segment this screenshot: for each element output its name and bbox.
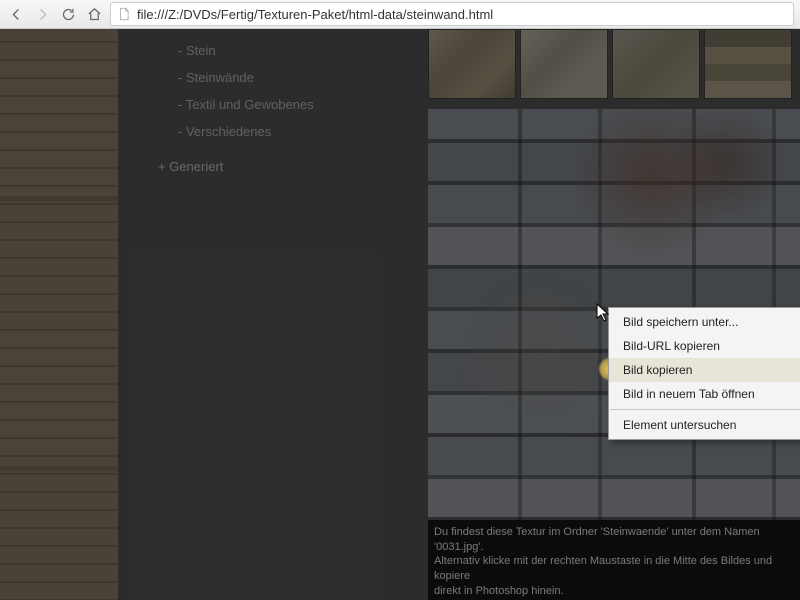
ctx-copy-image-url[interactable]: Bild-URL kopieren (609, 334, 800, 358)
ctx-copy-image[interactable]: Bild kopieren (609, 358, 800, 382)
context-menu-separator (610, 409, 800, 410)
home-button[interactable] (84, 4, 104, 24)
page-icon (117, 7, 131, 21)
ctx-inspect-element[interactable]: Element untersuchen (609, 413, 800, 437)
url-text: file:///Z:/DVDs/Fertig/Texturen-Paket/ht… (137, 7, 493, 22)
back-button[interactable] (6, 4, 26, 24)
page-content: Stein Steinwände Textil und Gewobenes Ve… (0, 29, 800, 600)
reload-button[interactable] (58, 4, 78, 24)
address-bar[interactable]: file:///Z:/DVDs/Fertig/Texturen-Paket/ht… (110, 2, 794, 26)
ctx-save-image-as[interactable]: Bild speichern unter... (609, 310, 800, 334)
forward-button[interactable] (32, 4, 52, 24)
browser-toolbar: file:///Z:/DVDs/Fertig/Texturen-Paket/ht… (0, 0, 800, 29)
ctx-open-image-new-tab[interactable]: Bild in neuem Tab öffnen (609, 382, 800, 406)
context-menu: Bild speichern unter... Bild-URL kopiere… (608, 307, 800, 440)
